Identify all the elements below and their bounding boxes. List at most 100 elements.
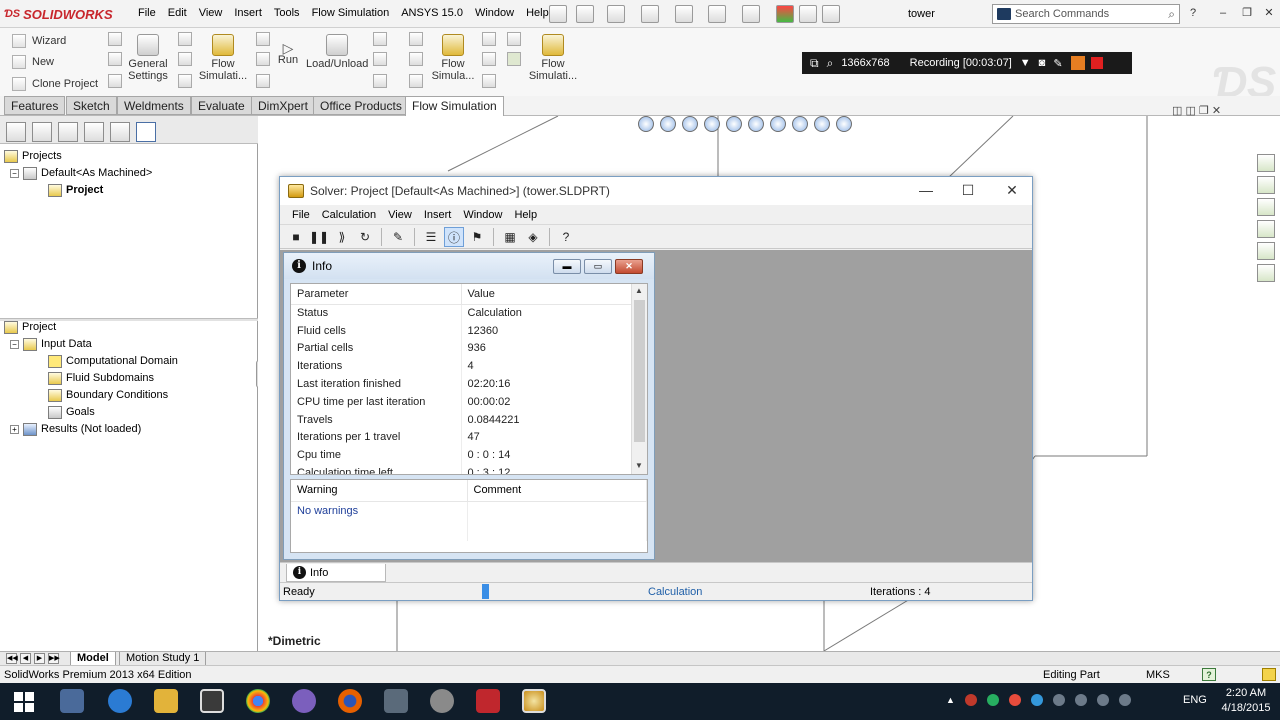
home-icon[interactable] <box>1257 154 1275 172</box>
table-row[interactable]: Iterations 4 <box>291 357 633 376</box>
tool-icon[interactable] <box>256 32 270 46</box>
design-library-icon[interactable] <box>1257 176 1275 194</box>
tab-features[interactable]: Features <box>4 96 66 115</box>
zoom-to-fit-icon[interactable] <box>638 116 654 132</box>
network-globe-icon[interactable] <box>108 689 132 713</box>
pin-icon[interactable] <box>549 5 567 23</box>
antivirus-tray-icon[interactable] <box>1008 694 1021 706</box>
tree-boundary-conditions[interactable]: Boundary Conditions <box>4 387 178 404</box>
insert-goal-icon[interactable]: ⟫ <box>332 227 352 247</box>
menu-flow-simulation[interactable]: Flow Simulation <box>306 7 396 19</box>
bluetooth-icon[interactable] <box>1030 694 1043 706</box>
tool-icon[interactable] <box>409 52 423 66</box>
solver-title-bar[interactable]: Solver: Project [Default<As Machined>] (… <box>280 177 1032 205</box>
wizard-button[interactable]: Wizard <box>12 34 66 48</box>
tree-input-data[interactable]: − Input Data <box>4 336 178 353</box>
tab-sketch[interactable]: Sketch <box>66 96 117 115</box>
load-unload-button[interactable]: Load/Unload <box>306 34 368 70</box>
app-tray-icon[interactable] <box>986 694 999 706</box>
close-icon[interactable]: ✕ <box>1262 6 1276 20</box>
media-player-icon[interactable] <box>200 689 224 713</box>
table-row[interactable]: Fluid cells 12360 <box>291 321 633 340</box>
tool-icon[interactable] <box>409 74 423 88</box>
tool-icon[interactable] <box>256 52 270 66</box>
close-icon[interactable]: ✕ <box>615 259 643 274</box>
battery-icon[interactable] <box>1074 694 1087 706</box>
tool-icon[interactable] <box>507 52 521 66</box>
tree-project-root[interactable]: Project <box>4 319 178 336</box>
solver-menu-calculation[interactable]: Calculation <box>316 209 382 221</box>
flow-simulation-tools-button[interactable]: Flow Simulati... <box>528 34 578 82</box>
tool-icon[interactable] <box>482 74 496 88</box>
table-row[interactable]: Status Calculation <box>291 304 633 322</box>
new-project-button[interactable]: New <box>12 55 54 69</box>
scroll-up-icon[interactable]: ▲ <box>635 286 643 295</box>
chrome-icon[interactable] <box>246 689 270 713</box>
collapse-toggle-icon[interactable]: − <box>10 340 19 349</box>
flow-simulation-tree-icon[interactable] <box>136 122 156 142</box>
tree-projects[interactable]: Projects <box>4 148 152 165</box>
run-button[interactable]: ▷ Run <box>276 41 300 66</box>
next-tab-icon[interactable]: ▶ <box>34 653 45 664</box>
tool-icon[interactable] <box>178 74 192 88</box>
solver-menu-file[interactable]: File <box>286 209 316 221</box>
suspend-icon[interactable]: ❚❚ <box>309 227 329 247</box>
solver-menu-help[interactable]: Help <box>508 209 543 221</box>
tab-motion-study[interactable]: Motion Study 1 <box>119 652 207 666</box>
menu-view[interactable]: View <box>193 7 229 19</box>
tree-config[interactable]: − Default<As Machined> <box>4 165 152 182</box>
tab-office-products[interactable]: Office Products <box>313 96 409 115</box>
view-settings-icon[interactable] <box>836 116 852 132</box>
collapse-toggle-icon[interactable]: − <box>10 169 19 178</box>
tool-icon[interactable] <box>373 74 387 88</box>
general-settings-button[interactable]: General Settings <box>127 34 169 82</box>
tool-icon[interactable] <box>256 74 270 88</box>
camera-icon[interactable]: ◙ <box>1039 57 1046 69</box>
feature-manager-icon[interactable] <box>6 122 26 142</box>
table-row[interactable]: CPU time per last iteration 00:00:02 <box>291 392 633 411</box>
tool-icon[interactable] <box>178 52 192 66</box>
search-icon[interactable]: ⌕ <box>1168 7 1175 22</box>
tree-goals[interactable]: Goals <box>4 404 178 421</box>
tree-computational-domain[interactable]: Computational Domain <box>4 353 178 370</box>
first-tab-icon[interactable]: ◀◀ <box>6 653 18 664</box>
menu-tools[interactable]: Tools <box>268 7 306 19</box>
close-icon[interactable]: ✕ <box>1000 180 1024 200</box>
minimize-icon[interactable]: — <box>914 180 938 200</box>
dropdown-icon[interactable]: ▼ <box>1020 57 1031 69</box>
rebuild-traffic-light-icon[interactable] <box>776 5 794 23</box>
clone-project-button[interactable]: Clone Project <box>12 77 98 91</box>
display-style-icon[interactable] <box>748 116 764 132</box>
tab-dimxpert[interactable]: DimXpert <box>251 96 316 115</box>
recorder-window-icon[interactable]: ⧉ <box>810 56 819 71</box>
rebuild-status-icon[interactable] <box>1262 668 1276 681</box>
options-icon[interactable] <box>822 5 840 23</box>
stop-icon[interactable]: ■ <box>286 227 306 247</box>
menu-file[interactable]: File <box>132 7 162 19</box>
prev-tab-icon[interactable]: ◀ <box>20 653 31 664</box>
firefox-icon[interactable] <box>338 689 362 713</box>
tool-icon[interactable] <box>373 52 387 66</box>
flow-simulation-results-button[interactable]: Flow Simula... <box>429 34 477 82</box>
tool-icon[interactable] <box>373 32 387 46</box>
unit-system[interactable]: MKS <box>1146 669 1170 681</box>
edit-appearance-icon[interactable] <box>792 116 808 132</box>
property-manager-icon[interactable] <box>32 122 52 142</box>
minimize-icon[interactable]: – <box>1216 6 1230 20</box>
tool-icon[interactable] <box>507 32 521 46</box>
wifi-icon[interactable] <box>1096 694 1109 706</box>
volume-icon[interactable] <box>1118 694 1131 706</box>
input-language[interactable]: ENG <box>1183 694 1207 706</box>
new-document-icon[interactable] <box>576 5 594 23</box>
flag-icon[interactable]: ⚑ <box>467 227 487 247</box>
appearances-icon[interactable] <box>1257 242 1275 260</box>
windows-start-icon[interactable] <box>14 692 34 712</box>
tool-icon[interactable] <box>409 32 423 46</box>
solidworks-taskbar-icon[interactable] <box>476 689 500 713</box>
column-header-parameter[interactable]: Parameter <box>291 284 462 305</box>
info-table-scrollbar[interactable]: ▲ ▼ <box>631 284 647 474</box>
scroll-down-icon[interactable]: ▼ <box>635 461 643 470</box>
save-icon[interactable] <box>641 5 659 23</box>
tree-project[interactable]: Project <box>4 182 152 199</box>
refresh-icon[interactable]: ↻ <box>355 227 375 247</box>
